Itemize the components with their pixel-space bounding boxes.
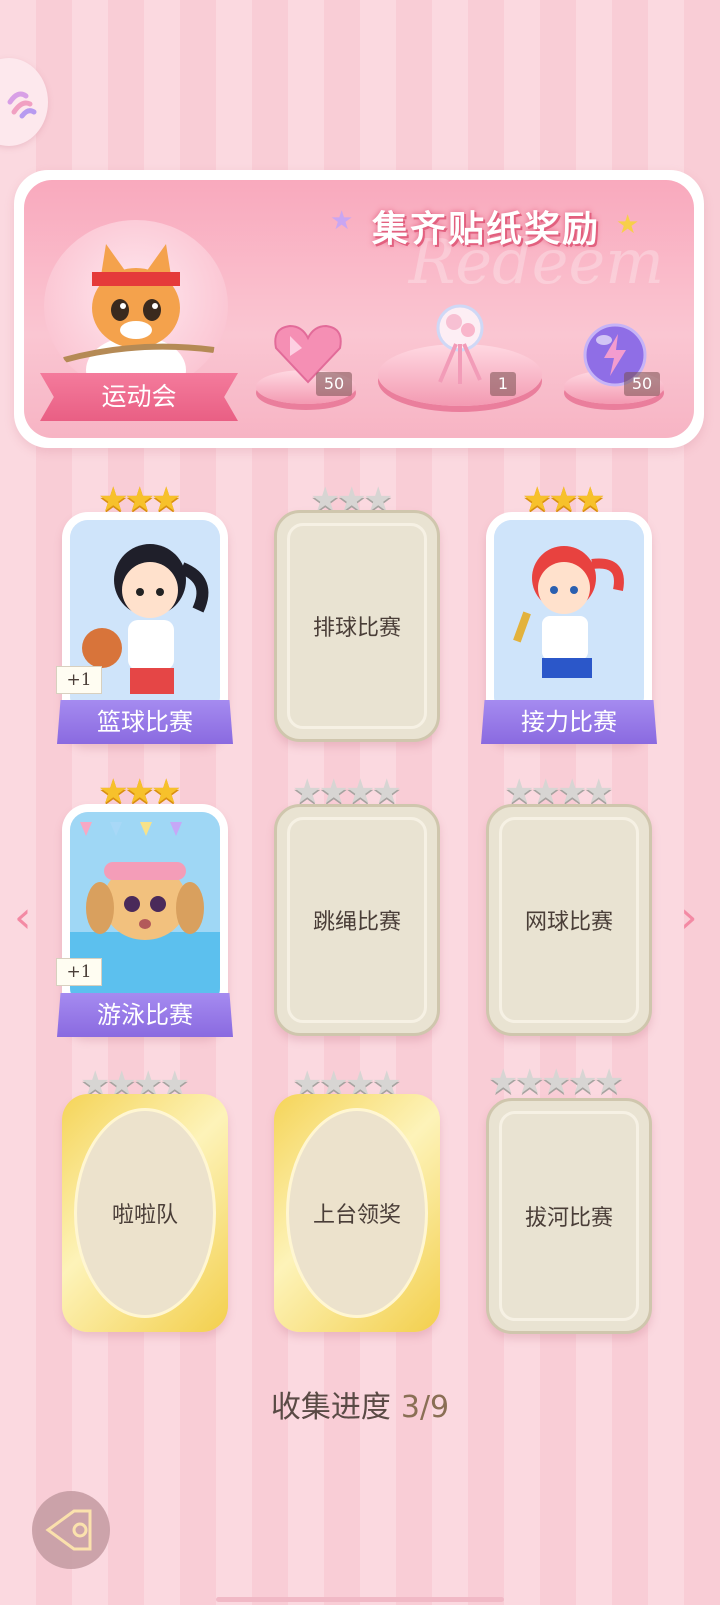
collection-progress: 收集进度 3/9 bbox=[0, 1382, 720, 1426]
star-rating: ★★★★★ bbox=[488, 1062, 624, 1102]
event-mascot-avatar bbox=[44, 220, 228, 392]
sticker-image-relay-runner bbox=[494, 520, 644, 714]
bonus-tag: +1 bbox=[56, 666, 102, 694]
progress-value: 3/9 bbox=[400, 1390, 450, 1425]
bonus-tag: +1 bbox=[56, 958, 102, 986]
event-name-ribbon: 运动会 bbox=[40, 373, 238, 421]
sticker-card-tennis[interactable]: 网球比赛 bbox=[486, 804, 652, 1036]
locked-sticker-title: 跳绳比赛 bbox=[312, 910, 401, 935]
star-decoration-icon: ★ bbox=[330, 206, 354, 236]
back-arrow-icon bbox=[45, 1509, 92, 1551]
back-button[interactable] bbox=[32, 1491, 110, 1569]
sticker-card-award-ceremony[interactable]: 上台领奖 bbox=[274, 1094, 440, 1332]
reward-count-badge: 1 bbox=[490, 372, 516, 396]
reward-count-badge: 50 bbox=[624, 372, 660, 396]
star-decoration-icon: ★ bbox=[616, 210, 640, 240]
locked-sticker-title: 排球比赛 bbox=[312, 616, 401, 641]
petal-icon bbox=[7, 91, 37, 119]
sticker-name-ribbon: 游泳比赛 bbox=[57, 993, 233, 1037]
next-page-arrow-icon[interactable]: › bbox=[680, 892, 698, 943]
previous-page-arrow-icon[interactable]: ‹ bbox=[14, 892, 32, 943]
sticker-card-tug-of-war[interactable]: 拔河比赛 bbox=[486, 1098, 652, 1334]
sticker-name-ribbon: 篮球比赛 bbox=[57, 700, 233, 744]
locked-sticker-title: 网球比赛 bbox=[524, 910, 613, 935]
sticker-card-cheerleading[interactable]: 啦啦队 bbox=[62, 1094, 228, 1332]
sticker-card-volleyball[interactable]: 排球比赛 bbox=[274, 510, 440, 742]
menu-corner-button[interactable] bbox=[0, 58, 48, 146]
sticker-name-ribbon: 接力比赛 bbox=[481, 700, 657, 744]
banner-title: 集齐贴纸奖励 bbox=[372, 209, 601, 250]
reward-count-badge: 50 bbox=[316, 372, 352, 396]
home-indicator[interactable] bbox=[216, 1597, 504, 1602]
locked-sticker-title: 上台领奖 bbox=[312, 1203, 401, 1228]
locked-sticker-title: 拔河比赛 bbox=[524, 1206, 613, 1231]
progress-label: 收集进度 bbox=[270, 1390, 391, 1425]
cat-mascot-icon bbox=[63, 244, 215, 392]
sticker-card-jump-rope[interactable]: 跳绳比赛 bbox=[274, 804, 440, 1036]
locked-sticker-title: 啦啦队 bbox=[111, 1203, 178, 1228]
